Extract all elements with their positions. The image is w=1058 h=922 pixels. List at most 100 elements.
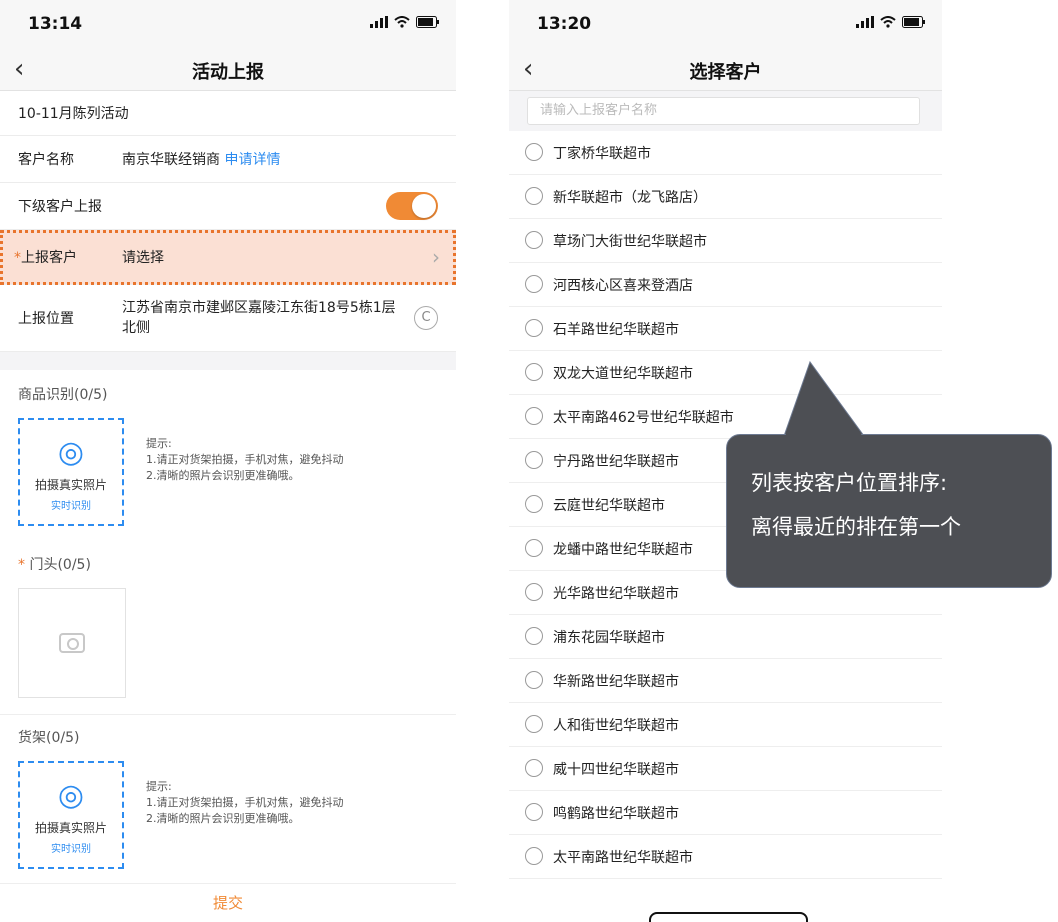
customer-name: 光华路世纪华联超市	[553, 586, 679, 602]
products-title: 商品识别(0/5)	[18, 387, 108, 403]
customer-list-item[interactable]: 鸣鹤路世纪华联超市	[509, 791, 942, 835]
eye-scan-icon: ◎	[57, 778, 85, 813]
location-label: 上报位置	[18, 311, 74, 327]
search-bar: 请输入上报客户名称	[509, 91, 942, 131]
customer-name: 龙蟠中路世纪华联超市	[553, 542, 693, 558]
radio-button[interactable]	[525, 495, 543, 513]
scan-sub: 实时识别	[51, 844, 91, 855]
radio-button[interactable]	[525, 407, 543, 425]
tip-2: 2.清晰的照片会识别更准确哦。	[146, 469, 300, 482]
customer-list-item[interactable]: 太平南路462号世纪华联超市	[509, 395, 942, 439]
status-bar: 13:14	[0, 0, 456, 50]
shelf-scan-button[interactable]: ◎ 拍摄真实照片 实时识别	[18, 761, 124, 869]
page-title: 活动上报	[192, 62, 264, 83]
battery-icon	[902, 16, 925, 28]
customer-value: 南京华联经销商 申请详情	[122, 149, 280, 169]
customer-name: 人和街世纪华联超市	[553, 718, 679, 734]
wifi-icon	[880, 16, 896, 28]
radio-button[interactable]	[525, 539, 543, 557]
radio-button[interactable]	[525, 759, 543, 777]
shelf-section: 货架(0/5) ◎ 拍摄真实照片 实时识别 提示: 1.请正对货架拍摄，手机对焦…	[0, 714, 456, 895]
radio-button[interactable]	[525, 583, 543, 601]
customer-list-item[interactable]: 丁家桥华联超市	[509, 131, 942, 175]
toggle-knob	[412, 194, 436, 218]
door-required-mark: *	[18, 557, 25, 573]
customer-list-item[interactable]: 浦东花园华联超市	[509, 615, 942, 659]
status-bar: 13:20	[509, 0, 942, 50]
product-scan-button[interactable]: ◎ 拍摄真实照片 实时识别	[18, 418, 124, 526]
location-value: 江苏省南京市建邺区嘉陵江东街18号5栋1层北侧	[122, 300, 396, 336]
radio-button[interactable]	[525, 627, 543, 645]
report-customer-placeholder: 请选择	[122, 250, 164, 266]
customer-name: 华新路世纪华联超市	[553, 674, 679, 690]
search-input[interactable]: 请输入上报客户名称	[527, 97, 920, 125]
status-time: 13:14	[28, 14, 83, 34]
status-icons	[370, 16, 440, 28]
report-customer-text: 上报客户	[21, 250, 77, 266]
customer-label: 客户名称	[18, 152, 74, 168]
home-indicator	[649, 912, 808, 922]
customer-list-item[interactable]: 双龙大道世纪华联超市	[509, 351, 942, 395]
submit-button[interactable]: 提交	[0, 883, 456, 922]
radio-button[interactable]	[525, 803, 543, 821]
eye-scan-icon: ◎	[57, 435, 85, 470]
status-icons	[856, 16, 926, 28]
radio-button[interactable]	[525, 363, 543, 381]
nav-bar: ‹ 选择客户	[509, 50, 942, 91]
customer-list-item[interactable]: 河西核心区喜来登酒店	[509, 263, 942, 307]
battery-icon	[416, 16, 439, 28]
product-recognition-section: 商品识别(0/5) ◎ 拍摄真实照片 实时识别 提示: 1.请正对货架拍摄，手机…	[0, 370, 456, 546]
refresh-location-icon[interactable]: C	[414, 306, 438, 330]
radio-button[interactable]	[525, 231, 543, 249]
radio-button[interactable]	[525, 451, 543, 469]
radio-button[interactable]	[525, 319, 543, 337]
status-time: 13:20	[537, 14, 592, 34]
callout-line-2: 离得最近的排在第一个	[751, 515, 961, 539]
shelf-title: 货架(0/5)	[18, 730, 80, 746]
radio-button[interactable]	[525, 275, 543, 293]
customer-name: 双龙大道世纪华联超市	[553, 366, 693, 382]
customer-list-item[interactable]: 华新路世纪华联超市	[509, 659, 942, 703]
sub-report-row: 下级客户上报	[0, 183, 456, 230]
radio-button[interactable]	[525, 143, 543, 161]
tip-2: 2.清晰的照片会识别更准确哦。	[146, 812, 300, 825]
customer-name: 丁家桥华联超市	[553, 146, 651, 162]
scan-tips: 提示: 1.请正对货架拍摄，手机对焦，避免抖动 2.清晰的照片会识别更准确哦。	[146, 436, 344, 484]
sort-order-callout: 列表按客户位置排序: 离得最近的排在第一个	[726, 434, 1052, 588]
tip-1: 1.请正对货架拍摄，手机对焦，避免抖动	[146, 453, 344, 466]
customer-name: 鸣鹤路世纪华联超市	[553, 806, 679, 822]
customer-list-item[interactable]: 人和街世纪华联超市	[509, 703, 942, 747]
customer-name: 石羊路世纪华联超市	[553, 322, 679, 338]
customer-list-item[interactable]: 草场门大街世纪华联超市	[509, 219, 942, 263]
radio-button[interactable]	[525, 847, 543, 865]
apply-detail-link[interactable]: 申请详情	[224, 152, 280, 168]
activity-name: 10-11月陈列活动	[18, 106, 129, 122]
radio-button[interactable]	[525, 715, 543, 733]
sub-report-toggle[interactable]	[386, 192, 438, 220]
activity-row: 10-11月陈列活动	[0, 91, 456, 136]
radio-button[interactable]	[525, 671, 543, 689]
customer-list-item[interactable]: 太平南路世纪华联超市	[509, 835, 942, 879]
location-row: 上报位置 江苏省南京市建邺区嘉陵江东街18号5栋1层北侧 C	[0, 285, 456, 352]
customer-row: 客户名称 南京华联经销商 申请详情	[0, 136, 456, 183]
customer-name: 威十四世纪华联超市	[553, 762, 679, 778]
required-mark: *	[14, 250, 21, 266]
camera-icon	[59, 633, 85, 653]
door-title-text: 门头(0/5)	[29, 557, 91, 573]
customer-list-item[interactable]: 威十四世纪华联超市	[509, 747, 942, 791]
customer-list-item[interactable]: 石羊路世纪华联超市	[509, 307, 942, 351]
scan-label: 拍摄真实照片	[34, 478, 107, 492]
signal-icon	[370, 16, 388, 28]
customer-name: 草场门大街世纪华联超市	[553, 234, 707, 250]
sub-report-label: 下级客户上报	[18, 199, 102, 215]
customer-list-item[interactable]: 新华联超市（龙飞路店）	[509, 175, 942, 219]
door-photo-button[interactable]	[18, 588, 126, 698]
door-section: * 门头(0/5)	[0, 546, 456, 714]
customer-name: 浦东花园华联超市	[553, 630, 665, 646]
nav-bar: ‹ 活动上报	[0, 50, 456, 91]
wifi-icon	[394, 16, 410, 28]
callout-line-1: 列表按客户位置排序:	[751, 471, 948, 495]
report-customer-row[interactable]: *上报客户 请选择 ›	[0, 230, 456, 285]
customer-name: 新华联超市（龙飞路店）	[553, 190, 707, 206]
radio-button[interactable]	[525, 187, 543, 205]
